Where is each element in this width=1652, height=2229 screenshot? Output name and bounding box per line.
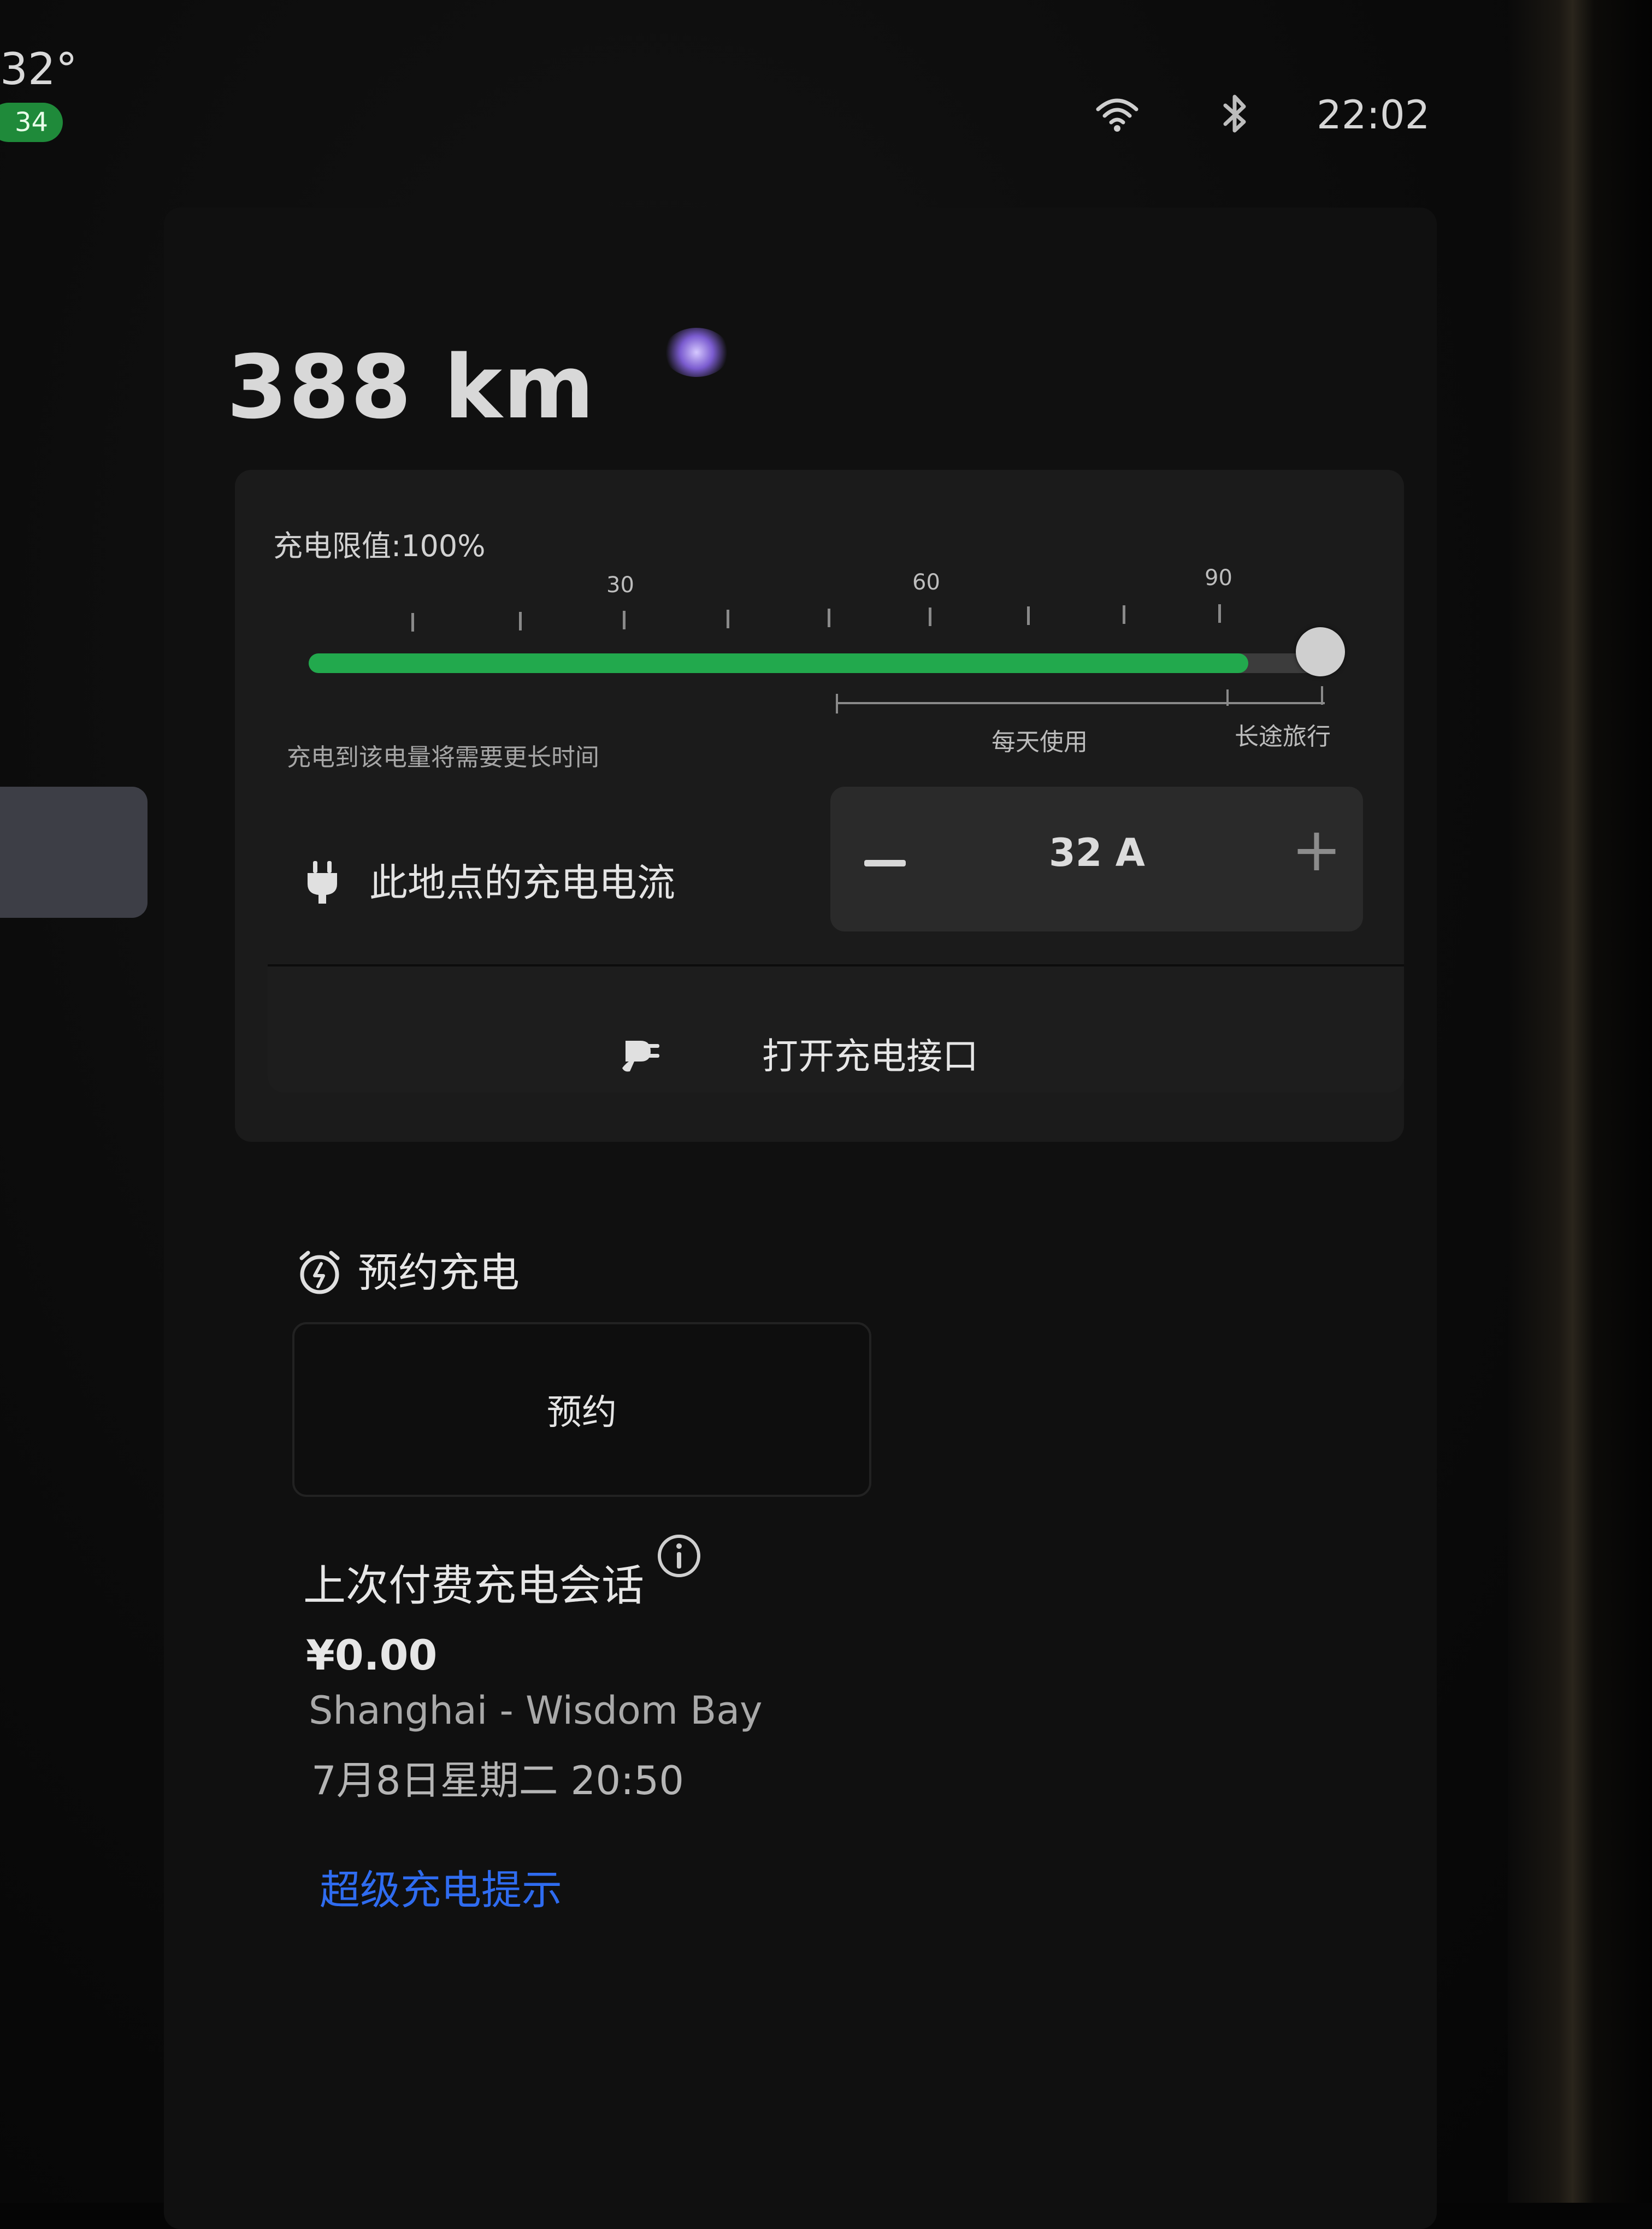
- supercharging-tips-link[interactable]: 超级充电提示: [320, 1857, 562, 1916]
- open-charge-port-label: 打开充电接口: [762, 1035, 978, 1077]
- slider-tick: [727, 610, 729, 628]
- wifi-icon[interactable]: [1093, 87, 1142, 137]
- side-nav-selected-item[interactable]: [0, 787, 148, 918]
- daily-use-label: 每天使用: [992, 728, 1088, 756]
- range-bracket-tick: [836, 694, 838, 713]
- charge-limit-fill: [309, 653, 1248, 673]
- increase-current-button[interactable]: +: [1287, 819, 1347, 880]
- range-bracket-tick: [1226, 689, 1229, 706]
- minus-icon: [864, 860, 906, 866]
- charge-port-icon: [622, 1041, 659, 1072]
- clock: 22:02: [1317, 92, 1430, 138]
- slider-tick: [828, 609, 830, 627]
- aqi-badge: 34: [0, 103, 63, 142]
- decrease-current-button[interactable]: [855, 833, 915, 893]
- schedule-button[interactable]: 预约: [292, 1322, 871, 1497]
- estimated-range: 388 km: [227, 336, 595, 438]
- screen-bezel: [1508, 0, 1652, 2203]
- slider-tick: [623, 611, 626, 629]
- slider-tick: [929, 608, 931, 626]
- long-trip-label: 长途旅行: [1235, 723, 1331, 751]
- session-location: Shanghai - Wisdom Bay: [309, 1688, 763, 1733]
- slider-tick: [1218, 604, 1221, 623]
- tick-label-90: 90: [1205, 565, 1232, 591]
- slider-tick: [411, 613, 414, 632]
- last-paid-session-title: 上次付费充电会话: [303, 1561, 645, 1611]
- slider-tick: [519, 612, 522, 630]
- scheduled-charging-title: 预约充电: [358, 1249, 520, 1296]
- charging-current-value: 32 A: [1049, 830, 1145, 875]
- card-divider: [268, 964, 1404, 966]
- charge-limit-handle[interactable]: [1296, 627, 1345, 676]
- session-amount: ¥0.00: [306, 1631, 438, 1679]
- alarm-clock-icon: [299, 1251, 340, 1294]
- info-icon[interactable]: [656, 1532, 703, 1579]
- range-bracket-tick: [1321, 686, 1323, 705]
- bluetooth-icon[interactable]: [1210, 90, 1259, 139]
- outside-temperature: 32°: [0, 44, 78, 95]
- session-datetime: 7月8日星期二 20:50: [311, 1758, 684, 1803]
- range-bracket-line: [836, 702, 1325, 704]
- screen-reflection: [664, 328, 729, 377]
- tick-label-30: 30: [606, 573, 634, 598]
- slider-tick: [1027, 606, 1030, 625]
- charge-limit-hint: 充电到该电量将需要更长时间: [287, 744, 599, 771]
- charge-limit-label: 充电限值:100%: [273, 529, 486, 563]
- charging-current-label: 此地点的充电电流: [369, 860, 675, 905]
- tick-label-60: 60: [912, 570, 940, 595]
- slider-tick: [1123, 605, 1125, 624]
- plug-icon: [308, 861, 337, 904]
